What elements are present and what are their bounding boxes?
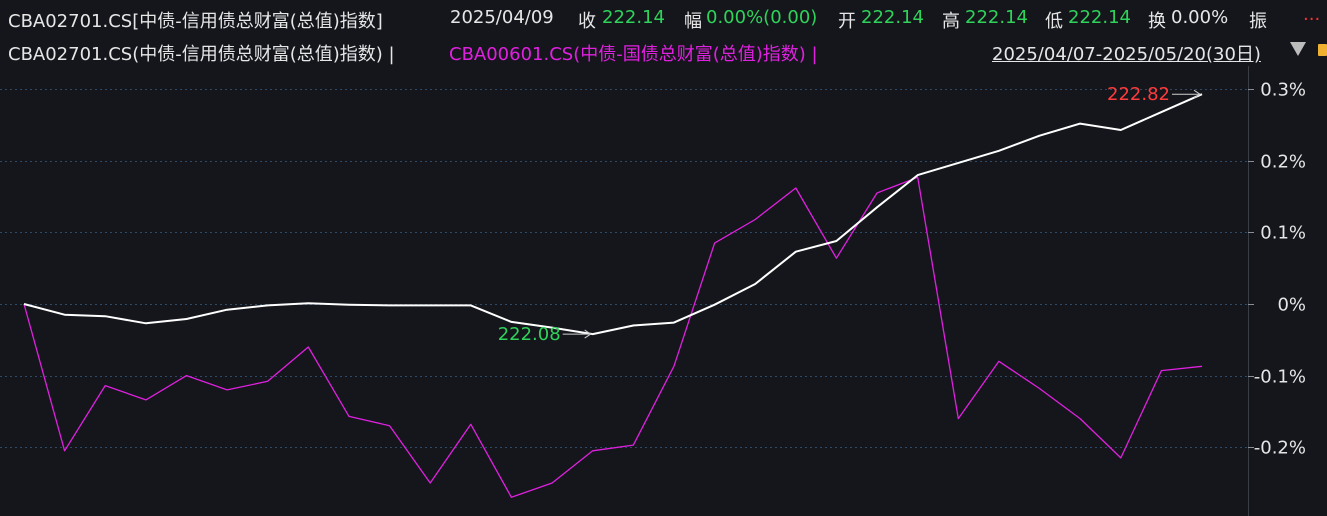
y-tick-label: -0.2% (1254, 438, 1306, 459)
high-value: 222.14 (965, 7, 1028, 28)
line-chart: 0.3% 0.2% 0.1% 0% -0.1% -0.2% 222.08 222.82 (0, 66, 1306, 516)
y-tick-label: 0.2% (1260, 152, 1306, 173)
index-title: CBA02701.CS[中债-信用债总财富(总值)指数] (8, 11, 383, 32)
legend-series2[interactable]: CBA00601.CS(中债-国债总财富(总值)指数) | (449, 40, 818, 66)
date-range-link[interactable]: 2025/04/07-2025/05/20(30日) (992, 40, 1261, 66)
high-label: 高 (942, 11, 960, 32)
series-line-1 (23, 93, 1203, 336)
more-icon[interactable]: ... (1303, 4, 1320, 25)
low-label: 低 (1045, 11, 1063, 32)
low-value: 222.14 (1068, 7, 1131, 28)
open-label: 开 (838, 11, 856, 32)
chevron-down-icon[interactable] (1290, 42, 1306, 56)
change-value: 0.00%(0.00) (706, 7, 818, 28)
change-label: 幅 (684, 11, 702, 32)
series-line-2 (23, 176, 1203, 498)
quote-date: 2025/04/09 (450, 7, 554, 28)
turnover-value: 0.00% (1171, 7, 1229, 28)
close-label: 收 (578, 11, 596, 32)
legend-series1[interactable]: CBA02701.CS(中债-信用债总财富(总值)指数) | (8, 40, 395, 66)
y-tick-label: -0.1% (1254, 367, 1306, 388)
quote-header: CBA02701.CS[中债-信用债总财富(总值)指数] 2025/04/09 … (0, 0, 1327, 36)
close-value: 222.14 (602, 7, 665, 28)
y-tick-label: 0% (1277, 295, 1306, 316)
lock-icon[interactable] (1318, 44, 1327, 56)
y-tick-label: 0.3% (1260, 80, 1306, 101)
open-value: 222.14 (861, 7, 924, 28)
turnover-label: 换 (1148, 11, 1166, 32)
high-value-label: 222.82 (1107, 84, 1170, 105)
legend-bar: CBA02701.CS(中债-信用债总财富(总值)指数) | CBA00601.… (0, 36, 1327, 66)
amplitude-label: 振 (1249, 11, 1267, 32)
low-value-label: 222.08 (498, 324, 561, 345)
y-tick-label: 0.1% (1260, 223, 1306, 244)
